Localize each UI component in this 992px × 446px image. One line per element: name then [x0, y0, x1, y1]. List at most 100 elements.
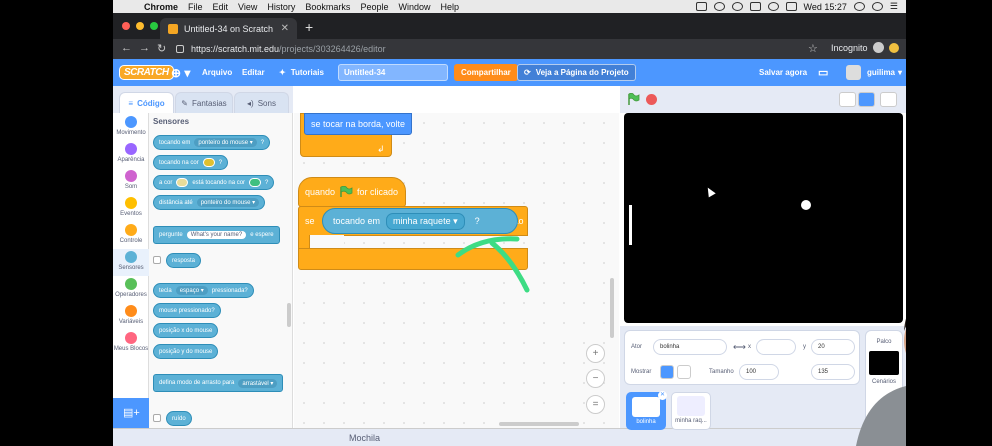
avatar[interactable] [846, 65, 861, 80]
menu-edit[interactable]: Edit [213, 2, 229, 12]
block-mouse-x[interactable]: posição x do mouse [153, 323, 219, 338]
palette-scrollbar[interactable] [287, 303, 291, 327]
reporter-checkbox[interactable] [153, 256, 161, 264]
block-color-touching-color[interactable]: a cor está tocando na cor ? [153, 175, 275, 190]
reload-icon[interactable]: ↻ [157, 42, 166, 55]
fullscreen-button-icon[interactable] [880, 92, 897, 107]
menu-people[interactable]: People [360, 2, 388, 12]
block-dropdown[interactable]: espaço ▾ [175, 286, 208, 295]
screen-record-icon[interactable] [695, 2, 707, 11]
minimize-window-icon[interactable] [136, 22, 144, 30]
category-sensing[interactable]: Sensores [113, 249, 149, 276]
sprite-tile-paddle[interactable]: minha raq... [671, 392, 711, 430]
code-area[interactable]: ↲ se tocar na borda, volte quando for cl… [294, 113, 619, 428]
x-input[interactable] [756, 339, 796, 355]
menu-app-name[interactable]: Chrome [144, 2, 178, 12]
zoom-out-button[interactable]: − [586, 369, 605, 388]
color-swatch[interactable] [249, 178, 262, 187]
tab-costumes[interactable]: ✎ Fantasias [175, 92, 233, 113]
code-area-scrollbar-vertical[interactable] [610, 278, 614, 338]
block-input[interactable]: What's your name? [186, 231, 247, 239]
incognito-indicator[interactable]: Incognito [831, 42, 899, 53]
block-mouse-y[interactable]: posição y do mouse [153, 344, 219, 359]
small-stage-button-icon[interactable] [839, 92, 856, 107]
stop-button-icon[interactable] [646, 94, 657, 105]
bluetooth-icon[interactable] [749, 2, 761, 11]
menu-window[interactable]: Window [398, 2, 430, 12]
reporter-checkbox[interactable] [153, 414, 161, 422]
wifi-icon[interactable] [767, 2, 779, 11]
block-bounce-on-edge[interactable]: se tocar na borda, volte [304, 113, 413, 135]
category-operators[interactable]: Operadores [113, 278, 149, 303]
block-distance-to[interactable]: distância até ponteiro do mouse ▾ [153, 195, 266, 210]
menu-history[interactable]: History [267, 2, 295, 12]
menu-help[interactable]: Help [440, 2, 459, 12]
category-motion[interactable]: Movimento [113, 116, 149, 141]
new-tab-icon[interactable]: + [305, 19, 313, 35]
sync-icon[interactable] [713, 2, 725, 11]
address-bar[interactable]: https://scratch.mit.edu /projects/303264… [176, 41, 806, 57]
block-answer[interactable]: resposta [166, 253, 202, 268]
category-control[interactable]: Controle [113, 224, 149, 249]
scratch-logo[interactable]: SCRATCH [119, 65, 174, 80]
code-area-scrollbar-horizontal[interactable] [499, 422, 579, 426]
sprite-tile-ball[interactable]: bolinha ✕ [626, 391, 667, 430]
siri-icon[interactable] [871, 2, 883, 11]
if-block-slot[interactable] [310, 235, 344, 249]
tab-close-icon[interactable]: ✕ [281, 23, 289, 34]
spotlight-icon[interactable] [853, 2, 865, 11]
user-menu[interactable]: guilima ▾ [867, 59, 902, 86]
block-dropdown[interactable]: arrastável ▾ [238, 378, 278, 388]
menu-view[interactable]: View [238, 2, 257, 12]
green-flag-button-icon[interactable] [628, 93, 640, 106]
tab-code[interactable]: ≡ Código [119, 92, 174, 113]
project-title-input[interactable]: Untitled-34 [338, 64, 448, 81]
delete-sprite-icon[interactable]: ✕ [658, 391, 667, 400]
category-looks[interactable]: Aparência [113, 143, 149, 168]
clock-text[interactable]: Wed 15:27 [804, 2, 847, 12]
clock-icon[interactable] [731, 2, 743, 11]
block-set-drag-mode[interactable]: defina modo de arrasto para arrastável ▾ [153, 374, 284, 392]
notification-center-icon[interactable]: ☰ [890, 1, 898, 12]
battery-icon[interactable] [785, 2, 797, 11]
save-now-button[interactable]: Salvar agora [759, 59, 807, 86]
block-key-pressed[interactable]: tecla espaço ▾ pressionada? [153, 283, 254, 298]
category-events[interactable]: Eventos [113, 197, 149, 222]
close-window-icon[interactable] [122, 22, 130, 30]
add-extension-button[interactable]: ▤+ [113, 398, 149, 428]
maximize-window-icon[interactable] [150, 22, 158, 30]
forward-icon[interactable]: → [139, 42, 150, 54]
color-swatch[interactable] [176, 178, 189, 187]
color-swatch[interactable] [202, 158, 215, 167]
ball-sprite[interactable] [801, 200, 811, 210]
menu-bookmarks[interactable]: Bookmarks [305, 2, 350, 12]
normal-stage-button-icon[interactable] [858, 92, 875, 107]
tutorials-button[interactable]: ✦ Tutoriais [279, 59, 324, 86]
zoom-in-button[interactable]: + [586, 344, 605, 363]
category-variables[interactable]: Variáveis [113, 305, 149, 330]
block-ask-and-wait[interactable]: pergunte What's your name? e espere [153, 226, 280, 244]
back-icon[interactable]: ← [121, 42, 132, 54]
backpack[interactable]: Mochila [113, 428, 906, 446]
show-eye-icon[interactable] [660, 365, 674, 379]
hat-block-when-flag-clicked[interactable]: quando for clicado [298, 177, 406, 207]
extension-icon[interactable] [888, 42, 899, 53]
sprite-name-input[interactable]: bolinha [653, 339, 727, 355]
menu-edit-button[interactable]: Editar [242, 59, 265, 86]
block-dropdown[interactable]: ponteiro do mouse ▾ [194, 138, 257, 147]
see-project-page-button[interactable]: ⟳ Veja a Página do Projeto [517, 64, 636, 81]
category-my-blocks[interactable]: Meus Blocos [113, 332, 149, 362]
size-input[interactable]: 100 [739, 364, 779, 380]
browser-tab[interactable]: Untitled-34 on Scratch ✕ [160, 18, 297, 39]
menu-file[interactable]: File [188, 2, 203, 12]
block-dropdown[interactable]: ponteiro do mouse ▾ [196, 198, 260, 207]
my-stuff-folder-icon[interactable]: ▭ [818, 59, 828, 86]
category-sound[interactable]: Som [113, 170, 149, 195]
tab-sounds[interactable]: ◂) Sons [234, 92, 289, 113]
bookmark-star-icon[interactable]: ☆ [808, 42, 818, 55]
block-loudness[interactable]: ruído [166, 411, 192, 426]
zoom-reset-button[interactable]: = [586, 395, 605, 414]
menu-file-button[interactable]: Arquivo [202, 59, 232, 86]
block-touching-color[interactable]: tocando na cor ? [153, 155, 229, 170]
share-button[interactable]: Compartilhar [454, 64, 518, 81]
